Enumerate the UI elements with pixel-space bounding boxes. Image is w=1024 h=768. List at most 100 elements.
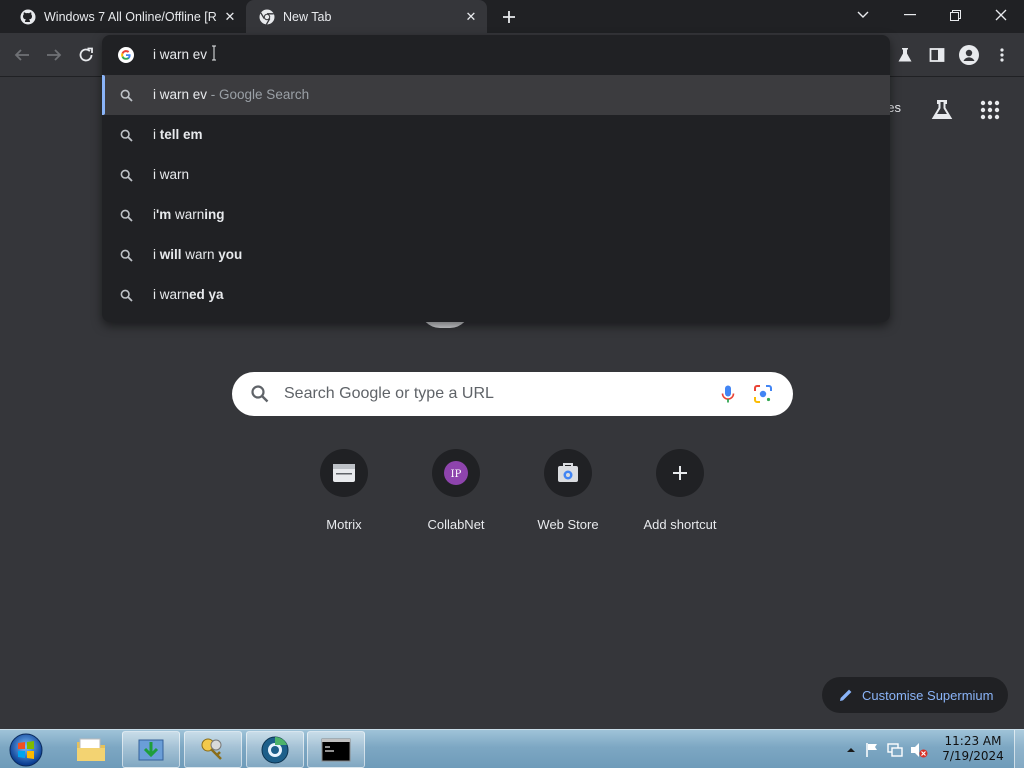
system-tray xyxy=(846,730,928,768)
omnibox-dropdown: i warn ev i warn ev - Google Search i tel… xyxy=(102,35,890,322)
restore-icon xyxy=(949,9,961,21)
taskbar-app-1[interactable] xyxy=(122,731,180,768)
menu-button[interactable] xyxy=(991,44,1013,66)
shortcut-label: Add shortcut xyxy=(643,517,717,532)
taskbar-supermium[interactable] xyxy=(246,731,304,768)
omnibox-suggestion[interactable]: i'm warning xyxy=(102,195,890,235)
shortcut-collabnet[interactable]: IP CollabNet xyxy=(400,446,512,546)
close-tab-icon[interactable]: ✕ xyxy=(461,7,481,27)
omnibox-input[interactable]: i warn ev xyxy=(102,35,890,75)
shortcut-tile xyxy=(544,449,592,497)
plus-icon xyxy=(503,11,515,23)
shortcut-label: Web Store xyxy=(537,517,599,532)
labs-button[interactable] xyxy=(930,98,954,122)
supermium-icon xyxy=(261,736,289,763)
suggestion-match: i warn xyxy=(153,167,190,182)
clock[interactable]: 11:23 AM 7/19/2024 xyxy=(940,734,1006,764)
tab-strip: Windows 7 All Online/Offline [R ✕ New Ta… xyxy=(0,0,1024,33)
plus-icon xyxy=(673,466,687,480)
suggestion-match: i warn xyxy=(153,287,190,302)
search-icon xyxy=(120,169,133,182)
suggestion-text: i tell em xyxy=(153,127,203,142)
omnibox-text: i warn ev xyxy=(153,47,208,62)
profile-icon xyxy=(959,45,979,65)
suggestion-match: i xyxy=(153,247,160,262)
start-button[interactable] xyxy=(6,731,46,768)
suggestion-match: warn xyxy=(171,207,205,222)
back-button[interactable] xyxy=(10,43,34,67)
explorer-taskbar-button[interactable] xyxy=(62,731,120,768)
ntp-search-box[interactable]: Search Google or type a URL xyxy=(232,372,793,416)
shortcut-tile xyxy=(320,449,368,497)
search-icon xyxy=(120,209,133,222)
arrow-right-icon xyxy=(47,49,62,61)
text-cursor-icon xyxy=(212,45,216,61)
svg-text:IP: IP xyxy=(451,469,462,480)
suggestion-text: i will warn you xyxy=(153,247,242,262)
omnibox-suggestion[interactable]: i warned ya xyxy=(102,275,890,315)
search-placeholder: Search Google or type a URL xyxy=(284,385,494,402)
search-icon xyxy=(120,249,133,262)
suggestion-match-bold: 'm xyxy=(156,207,172,222)
flask-icon xyxy=(898,48,912,62)
suggestion-match: warn xyxy=(181,247,219,262)
clock-time: 11:23 AM xyxy=(944,734,1002,748)
network-icon[interactable] xyxy=(886,742,904,758)
windows-start-icon xyxy=(9,733,43,767)
minimize-icon xyxy=(904,14,916,16)
side-panel-button[interactable] xyxy=(926,44,948,66)
github-icon xyxy=(20,9,36,24)
tab-title: Windows 7 All Online/Offline [R xyxy=(44,9,217,24)
suggestion-match: i xyxy=(153,127,160,142)
add-shortcut-button[interactable]: Add shortcut xyxy=(624,446,736,546)
shortcut-motrix[interactable]: Motrix xyxy=(288,446,400,546)
arrow-left-icon xyxy=(14,49,29,61)
close-icon xyxy=(995,9,1007,21)
minimize-button[interactable] xyxy=(887,0,933,30)
side-panel-icon xyxy=(929,48,945,62)
labs-toolbar-button[interactable] xyxy=(894,44,916,66)
customise-button[interactable]: Customise Supermium xyxy=(822,677,1008,713)
web-store-icon xyxy=(558,463,578,482)
forward-button[interactable] xyxy=(42,43,66,67)
taskbar-app-2[interactable] xyxy=(184,731,242,768)
search-icon xyxy=(251,385,269,403)
profile-button[interactable] xyxy=(958,44,980,66)
shortcut-label: Motrix xyxy=(326,517,362,532)
reload-button[interactable] xyxy=(74,43,98,67)
shortcut-web-store[interactable]: Web Store xyxy=(512,446,624,546)
volume-muted-icon[interactable] xyxy=(910,742,928,758)
suggestion-match-bold: will xyxy=(159,247,182,262)
microphone-icon[interactable] xyxy=(718,384,738,404)
shortcut-label: CollabNet xyxy=(427,517,485,532)
pencil-icon xyxy=(840,689,852,701)
command-prompt-icon xyxy=(321,738,351,761)
omnibox-suggestion[interactable]: i warn xyxy=(102,155,890,195)
new-tab-button[interactable] xyxy=(498,6,520,28)
suggestion-match-bold: ing xyxy=(204,207,225,222)
omnibox-suggestion[interactable]: i tell em xyxy=(102,115,890,155)
shortcut-tile: IP xyxy=(432,449,480,497)
google-lens-icon[interactable] xyxy=(753,384,773,404)
search-icon xyxy=(120,129,133,142)
close-window-button[interactable] xyxy=(978,0,1024,30)
suggestion-text: i'm warning xyxy=(153,207,224,222)
suggestion-text: i warn xyxy=(153,167,189,182)
google-apps-button[interactable] xyxy=(978,98,1002,122)
tab-windows7[interactable]: Windows 7 All Online/Offline [R ✕ xyxy=(8,0,246,33)
app-download-icon xyxy=(138,739,164,760)
suggestion-match: i warn ev xyxy=(153,87,208,102)
action-center-flag-icon[interactable] xyxy=(864,742,880,758)
show-hidden-icons-icon[interactable] xyxy=(846,745,856,755)
omnibox-suggestion[interactable]: i will warn you xyxy=(102,235,890,275)
google-g-icon xyxy=(118,47,134,63)
tab-search-button[interactable] xyxy=(840,0,886,30)
show-desktop-button[interactable] xyxy=(1014,730,1024,768)
taskbar-cmd[interactable] xyxy=(307,731,365,768)
folder-icon xyxy=(77,738,105,761)
close-tab-icon[interactable]: ✕ xyxy=(220,7,240,27)
tab-new-tab[interactable]: New Tab ✕ xyxy=(246,0,487,33)
reload-icon xyxy=(79,47,93,62)
restore-button[interactable] xyxy=(932,0,978,30)
omnibox-suggestion[interactable]: i warn ev - Google Search xyxy=(102,75,890,115)
